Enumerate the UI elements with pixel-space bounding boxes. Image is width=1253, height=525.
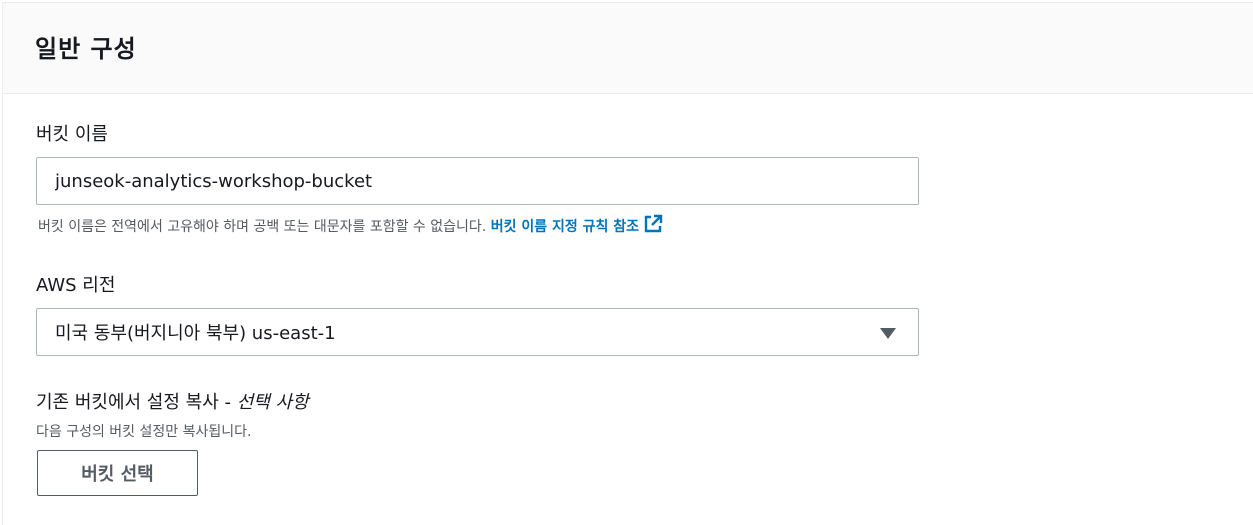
caret-down-icon	[880, 328, 896, 339]
bucket-name-input[interactable]	[36, 157, 919, 205]
copy-settings-hint: 다음 구성의 버킷 설정만 복사됩니다.	[36, 424, 252, 440]
bucket-name-label: 버킷 이름	[36, 124, 108, 145]
bucket-name-hint-text: 버킷 이름은 전역에서 고유해야 하며 공백 또는 대문자를 포함할 수 없습니…	[38, 219, 487, 235]
copy-settings-label-text: 기존 버킷에서 설정 복사 -	[36, 392, 237, 413]
panel-title: 일반 구성	[35, 35, 137, 63]
naming-rules-link-label: 버킷 이름 지정 규칙 참조	[490, 219, 639, 235]
general-config-panel: 일반 구성 버킷 이름 버킷 이름은 전역에서 고유해야 하며 공백 또는 대문…	[2, 2, 1253, 525]
panel-header: 일반 구성	[3, 3, 1253, 94]
choose-bucket-button[interactable]: 버킷 선택	[37, 450, 198, 496]
region-select[interactable]: 미국 동부(버지니아 북부) us-east-1	[36, 308, 919, 356]
external-link-icon	[643, 214, 663, 238]
bucket-name-hint: 버킷 이름은 전역에서 고유해야 하며 공백 또는 대문자를 포함할 수 없습니…	[38, 214, 663, 238]
copy-settings-label: 기존 버킷에서 설정 복사 - 선택 사항	[36, 388, 309, 414]
optional-tag: 선택 사항	[236, 392, 309, 413]
naming-rules-link[interactable]: 버킷 이름 지정 규칙 참조	[490, 214, 663, 235]
region-label: AWS 리전	[36, 275, 116, 296]
region-selected-value: 미국 동부(버지니아 북부) us-east-1	[55, 323, 336, 344]
